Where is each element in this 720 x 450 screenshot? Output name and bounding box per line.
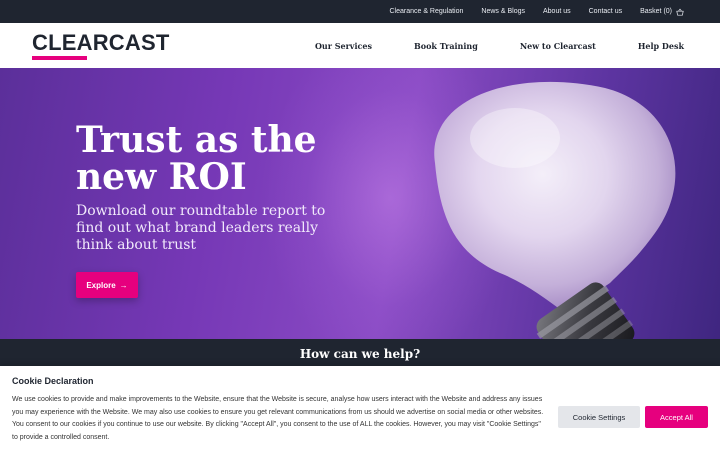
cookie-settings-button[interactable]: Cookie Settings	[558, 406, 640, 428]
topbar-link-news[interactable]: News & Blogs	[481, 8, 525, 15]
topbar-link-contact[interactable]: Contact us	[589, 8, 622, 15]
cookie-body-text: We use cookies to provide and make impro…	[12, 396, 544, 441]
help-section-header: How can we help?	[0, 339, 720, 369]
basket-label: Basket (0)	[640, 8, 672, 15]
nav-book-training[interactable]: Book Training	[414, 41, 478, 51]
cookie-title: Cookie Declaration	[12, 376, 94, 386]
arrow-right-icon: →	[119, 280, 128, 290]
nav-our-services[interactable]: Our Services	[315, 41, 372, 51]
nav-new-to-clearcast[interactable]: New to Clearcast	[520, 41, 596, 51]
clearcast-logo[interactable]: CLEARCAST	[32, 31, 169, 60]
accept-all-button[interactable]: Accept All	[645, 406, 708, 428]
utility-bar: Clearance & Regulation News & Blogs Abou…	[0, 0, 720, 23]
nav-help-desk[interactable]: Help Desk	[638, 41, 684, 51]
topbar-link-about[interactable]: About us	[543, 8, 571, 15]
basket-link[interactable]: Basket (0)	[640, 8, 684, 16]
hero-title: Trust as the new ROI	[76, 119, 317, 198]
hero-banner: Trust as the new ROI Download our roundt…	[0, 68, 720, 339]
main-header: CLEARCAST Our Services Book Training New…	[0, 23, 720, 68]
basket-icon	[676, 8, 684, 16]
hero-subtitle: Download our roundtable report to find o…	[76, 203, 326, 253]
explore-label: Explore	[86, 280, 116, 290]
logo-underline	[32, 56, 87, 60]
help-title: How can we help?	[299, 347, 421, 361]
cookie-banner: Cookie Declaration We use cookies to pro…	[0, 366, 720, 450]
topbar-link-clearance[interactable]: Clearance & Regulation	[389, 8, 463, 15]
logo-text: CLEARCAST	[32, 30, 170, 55]
main-nav: Our Services Book Training New to Clearc…	[273, 23, 684, 68]
explore-button[interactable]: Explore →	[76, 272, 138, 298]
lightbulb-image	[434, 81, 676, 339]
